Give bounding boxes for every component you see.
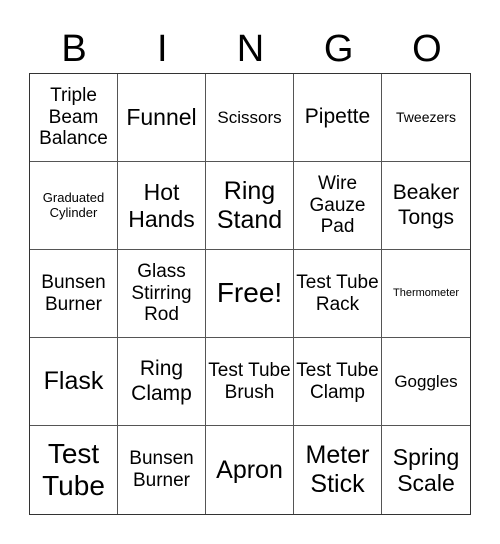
bingo-cell[interactable]: Triple Beam Balance xyxy=(30,74,118,162)
bingo-cell[interactable]: Meter Stick xyxy=(294,426,382,514)
bingo-cell[interactable]: Test Tube Brush xyxy=(206,338,294,426)
bingo-cell[interactable]: Goggles xyxy=(382,338,470,426)
bingo-cell[interactable]: Pipette xyxy=(294,74,382,162)
bingo-cell[interactable]: Hot Hands xyxy=(118,162,206,250)
bingo-cell[interactable]: Test Tube Clamp xyxy=(294,338,382,426)
bingo-cell[interactable]: Tweezers xyxy=(382,74,470,162)
bingo-cell[interactable]: Thermometer xyxy=(382,250,470,338)
bingo-cell[interactable]: Ring Clamp xyxy=(118,338,206,426)
bingo-cell[interactable]: Wire Gauze Pad xyxy=(294,162,382,250)
bingo-cell[interactable]: Bunsen Burner xyxy=(30,250,118,338)
bingo-cell[interactable]: Bunsen Burner xyxy=(118,426,206,514)
header-letter-n: N xyxy=(236,28,265,70)
bingo-cell[interactable]: Apron xyxy=(206,426,294,514)
bingo-header: B I N G O xyxy=(30,26,471,72)
bingo-cell[interactable]: Spring Scale xyxy=(382,426,470,514)
header-letter-i: I xyxy=(157,28,168,70)
bingo-cell[interactable]: Beaker Tongs xyxy=(382,162,470,250)
header-letter-g: G xyxy=(323,28,354,70)
bingo-cell[interactable]: Test Tube xyxy=(30,426,118,514)
bingo-cell[interactable]: Funnel xyxy=(118,74,206,162)
bingo-cell[interactable]: Scissors xyxy=(206,74,294,162)
bingo-grid: Triple Beam Balance Funnel Scissors Pipe… xyxy=(29,73,471,515)
bingo-cell[interactable]: Test Tube Rack xyxy=(294,250,382,338)
bingo-cell[interactable]: Flask xyxy=(30,338,118,426)
header-letter-o: O xyxy=(412,28,442,70)
bingo-cell[interactable]: Ring Stand xyxy=(206,162,294,250)
header-letter-b: B xyxy=(61,28,87,70)
bingo-cell[interactable]: Glass Stirring Rod xyxy=(118,250,206,338)
free-space-cell[interactable]: Free! xyxy=(206,250,294,338)
bingo-cell[interactable]: Graduated Cylinder xyxy=(30,162,118,250)
